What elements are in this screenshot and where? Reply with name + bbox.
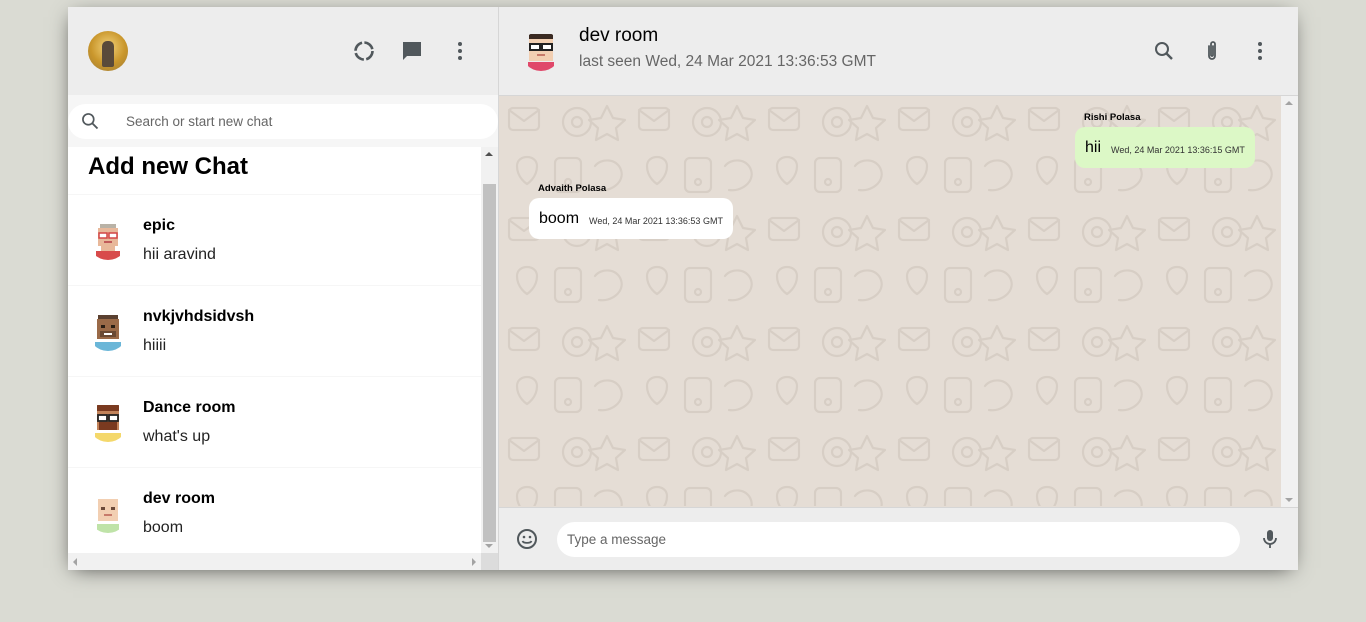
scroll-up-arrow-icon[interactable] — [485, 152, 493, 156]
chat-header: dev room last seen Wed, 24 Mar 2021 13:3… — [499, 7, 1298, 96]
more-vert-icon — [1258, 42, 1262, 60]
chat-menu-button[interactable] — [1242, 33, 1278, 69]
add-new-chat-label: Add new Chat — [88, 152, 248, 180]
chat-header-icons — [1146, 33, 1278, 69]
chat-avatar — [88, 220, 128, 260]
emoji-icon — [517, 529, 537, 549]
search-icon — [1155, 42, 1173, 60]
chat-item-dev-room[interactable]: dev room boom — [68, 468, 481, 553]
room-avatar[interactable] — [521, 31, 561, 71]
sidebar-menu-button[interactable] — [442, 33, 478, 69]
chat-name: Dance room — [143, 398, 236, 416]
chat-name: epic — [143, 216, 176, 234]
message-sender: Rishi Polasa — [1084, 112, 1141, 123]
chat-info: dev room boom — [143, 490, 215, 537]
room-name: dev room — [579, 25, 659, 46]
chat-last-message: hii aravind — [143, 245, 216, 263]
chat-avatar — [88, 402, 128, 442]
chat-icon — [403, 42, 421, 60]
scrollbar-thumb[interactable] — [483, 184, 496, 542]
message-bubble[interactable]: hii Wed, 24 Mar 2021 13:36:15 GMT — [1075, 127, 1255, 168]
status-icon — [354, 41, 374, 61]
search-bar — [68, 95, 498, 147]
scroll-down-arrow-icon[interactable] — [485, 544, 493, 548]
chat-last-message: what's up — [143, 427, 211, 445]
mic-icon — [1263, 530, 1277, 548]
chat-last-message: boom — [143, 518, 184, 536]
message-sender: Advaith Polasa — [538, 183, 607, 194]
chat-avatar — [88, 311, 128, 351]
mic-button[interactable] — [1252, 521, 1288, 557]
chat-list-container: Add new Chat epic hii aravind nvkjvhdsid… — [68, 147, 498, 570]
scroll-down-arrow-icon[interactable] — [1285, 498, 1293, 502]
scroll-right-arrow-icon[interactable] — [472, 558, 476, 566]
chat-info: epic hii aravind — [143, 217, 216, 264]
message-input-box — [557, 521, 1240, 557]
chat-pane: dev room last seen Wed, 24 Mar 2021 13:3… — [499, 7, 1298, 570]
chat-item-epic[interactable]: epic hii aravind — [68, 195, 481, 286]
message-bubble[interactable]: boom Wed, 24 Mar 2021 13:36:53 GMT — [529, 198, 733, 239]
new-chat-button[interactable] — [394, 33, 430, 69]
search-box — [68, 103, 498, 139]
scroll-up-arrow-icon[interactable] — [1285, 101, 1293, 105]
chat-list-horizontal-scrollbar[interactable] — [68, 553, 481, 570]
message-input[interactable] — [567, 531, 1240, 547]
search-input[interactable] — [126, 113, 446, 129]
chat-item-dance-room[interactable]: Dance room what's up — [68, 377, 481, 468]
chat-search-button[interactable] — [1146, 33, 1182, 69]
status-button[interactable] — [346, 33, 382, 69]
chat-list: Add new Chat epic hii aravind nvkjvhdsid… — [68, 147, 481, 553]
message-sent: Rishi Polasa hii Wed, 24 Mar 2021 13:36:… — [1075, 112, 1255, 168]
sidebar-header — [68, 7, 498, 95]
attach-button[interactable] — [1194, 33, 1230, 69]
message-timestamp: Wed, 24 Mar 2021 13:36:15 GMT — [1111, 144, 1245, 155]
chat-list-scrollbar[interactable] — [481, 147, 498, 553]
chat-footer — [499, 507, 1298, 570]
attach-icon — [1208, 41, 1216, 60]
emoji-button[interactable] — [509, 521, 545, 557]
search-icon — [82, 113, 99, 130]
message-text: boom — [539, 209, 580, 227]
chat-info: Dance room what's up — [143, 399, 235, 446]
chat-header-info: dev room last seen Wed, 24 Mar 2021 13:3… — [579, 25, 1146, 71]
sidebar-header-icons — [346, 33, 478, 69]
chat-item-nvkjvhdsidvsh[interactable]: nvkjvhdsidvsh hiiii — [68, 286, 481, 377]
chat-name: dev room — [143, 489, 216, 507]
user-avatar[interactable] — [88, 31, 128, 71]
sidebar: Add new Chat — [68, 7, 499, 570]
message-received: Advaith Polasa boom Wed, 24 Mar 2021 13:… — [529, 183, 733, 239]
chat-info: nvkjvhdsidvsh hiiii — [143, 308, 254, 355]
scroll-left-arrow-icon[interactable] — [73, 558, 77, 566]
add-new-chat[interactable]: Add new Chat — [68, 147, 481, 195]
app-window: Add new Chat — [68, 7, 1298, 570]
message-text: hii — [1085, 138, 1102, 156]
chat-body: Rishi Polasa hii Wed, 24 Mar 2021 13:36:… — [499, 96, 1298, 507]
more-vert-icon — [458, 42, 462, 60]
last-seen: last seen Wed, 24 Mar 2021 13:36:53 GMT — [579, 53, 876, 70]
chat-avatar — [88, 493, 128, 533]
chat-last-message: hiiii — [143, 336, 167, 354]
scrollbar-corner — [481, 553, 498, 570]
message-timestamp: Wed, 24 Mar 2021 13:36:53 GMT — [589, 215, 723, 226]
chat-name: nvkjvhdsidvsh — [143, 307, 255, 325]
chat-body-scrollbar[interactable] — [1281, 96, 1298, 507]
